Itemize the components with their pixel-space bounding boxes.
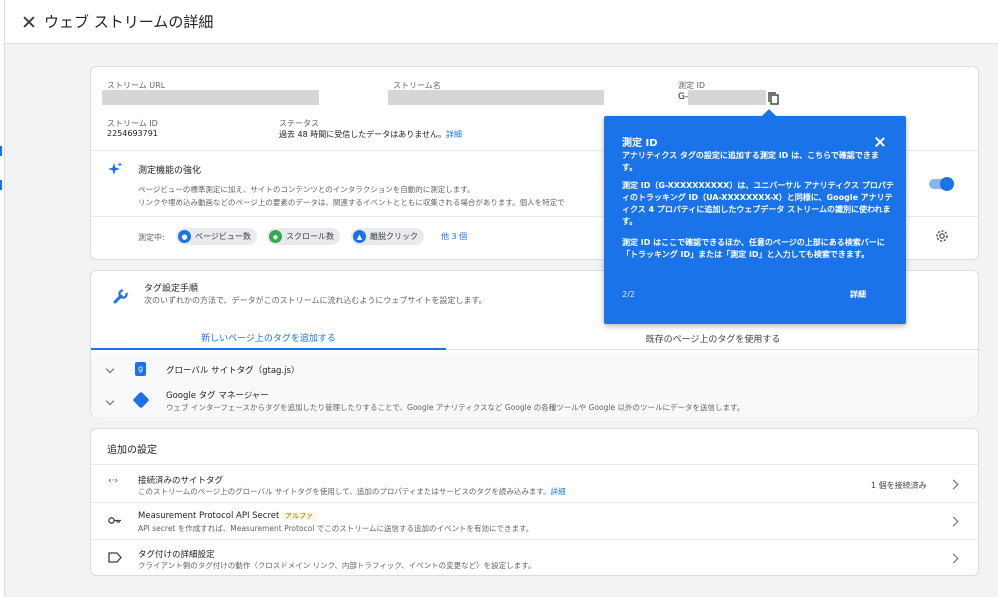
tooltip-paragraph-1: アナリティクス タグの設定に追加する測定 ID は、こちらで確認できます。 bbox=[622, 151, 879, 172]
tooltip-step: 2/2 bbox=[622, 290, 635, 299]
more-events-link[interactable]: 他 3 個 bbox=[441, 231, 467, 242]
connected-count: 1 個を接続済み bbox=[871, 481, 927, 490]
enhanced-measurement-title: 測定機能の強化 bbox=[138, 166, 202, 176]
chip-scrolls[interactable]: ◆ スクロール数 bbox=[267, 228, 340, 245]
alpha-badge: アルファ bbox=[282, 512, 316, 520]
gtm-desc: ウェブ インターフェースからタグを追加したり管理したりすることで、Google … bbox=[166, 403, 745, 412]
code-icon: ‹·› bbox=[108, 476, 119, 486]
measurement-protocol-row[interactable]: Measurement Protocol API Secret アルファ API… bbox=[91, 503, 978, 539]
tooltip-details-button[interactable]: 詳細 bbox=[850, 289, 866, 300]
wrench-icon bbox=[113, 289, 128, 307]
status-label: ステータス bbox=[279, 119, 319, 128]
row-desc-text: このストリームのページ上のグローバル サイトタグを使用して、追加のプロパティまた… bbox=[138, 487, 551, 496]
enhanced-measurement-desc-2: リンクや埋め込み動画などのページ上の要素のデータは、関連するイベントとともに収集… bbox=[138, 198, 565, 207]
tooltip-paragraph-2: 測定 ID（G-XXXXXXXXXX）は、ユニバーサル アナリティクス プロパテ… bbox=[622, 181, 894, 226]
tab-add-new-tag[interactable]: 新しいページ上のタグを追加する bbox=[91, 326, 446, 350]
scroll-icon: ◆ bbox=[269, 230, 282, 243]
page-title: ウェブ ストリームの詳細 bbox=[44, 13, 214, 31]
tooltip-title: 測定 ID bbox=[622, 138, 658, 149]
additional-settings-card: 追加の設定 ‹·› 接続済みのサイトタグ このストリームのページ上のグローバル … bbox=[90, 428, 979, 576]
stream-url-redacted bbox=[102, 90, 319, 105]
chevron-right-icon bbox=[948, 516, 959, 527]
chip-label: スクロール数 bbox=[286, 232, 334, 241]
eye-icon: ● bbox=[178, 230, 191, 243]
tagging-settings-row[interactable]: タグ付けの詳細設定 クライアント側のタグ付けの動作（クロスドメイン リンク、内部… bbox=[91, 540, 978, 576]
chip-outbound-clicks[interactable]: ▲ 離脱クリック bbox=[351, 228, 424, 245]
settings-gear-icon[interactable] bbox=[935, 229, 949, 246]
row-title-text: Measurement Protocol API Secret bbox=[138, 511, 280, 521]
left-edge-marker bbox=[0, 180, 4, 190]
status-value: 過去 48 時間に受信したデータはありません。詳細 bbox=[279, 129, 462, 140]
tag-setup-desc: 次のいずれかの方法で、データがこのストリームに流れ込むようにウェブサイトを設定し… bbox=[144, 296, 487, 305]
chevron-right-icon bbox=[948, 553, 959, 564]
sparkle-icon bbox=[108, 162, 123, 177]
row-desc: このストリームのページ上のグローバル サイトタグを使用して、追加のプロパティまた… bbox=[138, 486, 566, 497]
enhanced-measurement-desc-1: ページビューの標準測定に加え、サイトのコンテンツとのインタラクションを自動的に測… bbox=[138, 185, 475, 194]
close-icon[interactable] bbox=[874, 136, 886, 148]
connected-site-tags-row[interactable]: ‹·› 接続済みのサイトタグ このストリームのページ上のグローバル サイトタグを… bbox=[91, 465, 978, 502]
gtm-title[interactable]: Google タグ マネージャー bbox=[166, 389, 269, 401]
tag-setup-tabs: 新しいページ上のタグを追加する 既存のページ上のタグを使用する bbox=[91, 326, 980, 350]
stream-id-label: ストリーム ID bbox=[107, 119, 158, 128]
stream-name-redacted bbox=[388, 90, 604, 105]
row-title: 接続済みのサイトタグ bbox=[138, 476, 224, 486]
cursor-icon: ▲ bbox=[353, 230, 366, 243]
chevron-right-icon bbox=[948, 479, 959, 490]
measurement-id-redacted bbox=[688, 90, 766, 105]
page-header: ウェブ ストリームの詳細 bbox=[5, 0, 998, 44]
row-desc: API secret を作成すれば、Measurement Protocol で… bbox=[138, 524, 534, 533]
tag-setup-title: タグ設定手順 bbox=[144, 284, 199, 294]
close-icon[interactable] bbox=[22, 15, 36, 29]
tab-use-existing-tag[interactable]: 既存のページ上のタグを使用する bbox=[446, 326, 980, 350]
enhanced-measurement-toggle[interactable] bbox=[929, 177, 954, 191]
row-title: Measurement Protocol API Secret アルファ bbox=[138, 511, 316, 521]
chip-page-views[interactable]: ● ページビュー数 bbox=[176, 228, 257, 245]
status-details-link[interactable]: 詳細 bbox=[446, 130, 462, 139]
stream-id-value: 2254693791 bbox=[107, 129, 158, 138]
chip-label: 離脱クリック bbox=[370, 232, 418, 241]
measuring-label: 測定中: bbox=[138, 233, 165, 242]
label-icon bbox=[108, 552, 122, 566]
left-edge-marker bbox=[0, 146, 4, 156]
additional-settings-title: 追加の設定 bbox=[107, 445, 157, 456]
key-icon bbox=[108, 516, 122, 528]
row-title: タグ付けの詳細設定 bbox=[138, 550, 215, 560]
gtag-icon: g bbox=[135, 362, 146, 376]
measurement-id-tooltip: 測定 ID アナリティクス タグの設定に追加する測定 ID は、こちらで確認でき… bbox=[604, 109, 906, 324]
row-desc: クライアント側のタグ付けの動作（クロスドメイン リンク、内部トラフィック、イベン… bbox=[138, 561, 536, 570]
gtag-title[interactable]: グローバル サイトタグ（gtag.js） bbox=[166, 364, 299, 376]
copy-icon[interactable] bbox=[768, 92, 779, 105]
left-edge-strip bbox=[0, 0, 5, 597]
row-details-link[interactable]: 詳細 bbox=[551, 487, 566, 496]
chip-label: ページビュー数 bbox=[195, 232, 251, 241]
measurement-id-prefix: G- bbox=[678, 92, 689, 102]
tooltip-paragraph-3: 測定 ID はここで確認できるほか、任意のページの上部にある検索バーに「トラッキ… bbox=[622, 238, 885, 259]
status-text: 過去 48 時間に受信したデータはありません。 bbox=[279, 130, 447, 139]
